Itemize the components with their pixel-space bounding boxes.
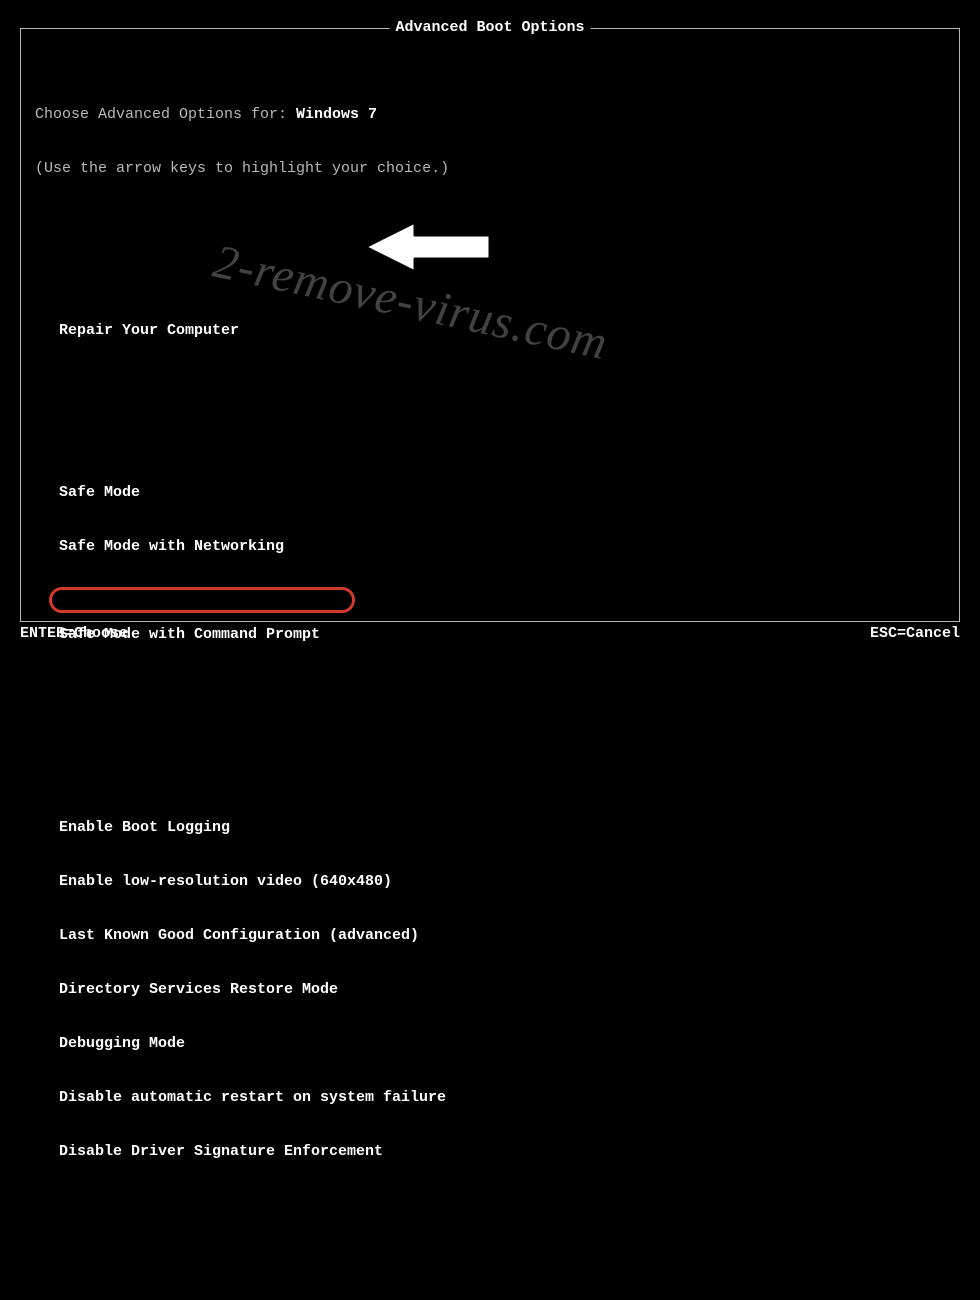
boot-options-frame: Advanced Boot Options Choose Advanced Op… — [20, 28, 960, 622]
choose-advanced-line: Choose Advanced Options for: Windows 7 — [35, 105, 945, 125]
footer-bar: ENTER=Choose ESC=Cancel — [20, 625, 960, 642]
footer-enter-hint: ENTER=Choose — [20, 625, 128, 642]
instruction-line: (Use the arrow keys to highlight your ch… — [35, 159, 945, 179]
menu-item-safe-mode-networking[interactable]: Safe Mode with Networking — [35, 537, 945, 557]
menu-item-safe-mode[interactable]: Safe Mode — [35, 483, 945, 503]
menu-item-enable-boot-logging[interactable]: Enable Boot Logging — [35, 818, 945, 838]
selection-highlight — [49, 587, 355, 613]
content-area: Choose Advanced Options for: Windows 7 (… — [21, 29, 959, 1300]
menu-item-low-resolution-video[interactable]: Enable low-resolution video (640x480) — [35, 872, 945, 892]
menu-item-last-known-good-config[interactable]: Last Known Good Configuration (advanced) — [35, 926, 945, 946]
os-name: Windows 7 — [296, 106, 377, 123]
page-title: Advanced Boot Options — [389, 19, 590, 36]
menu-item-disable-driver-signature[interactable]: Disable Driver Signature Enforcement — [35, 1142, 945, 1162]
menu-item-disable-auto-restart[interactable]: Disable automatic restart on system fail… — [35, 1088, 945, 1108]
footer-esc-hint: ESC=Cancel — [870, 625, 960, 642]
menu-item-directory-services-restore[interactable]: Directory Services Restore Mode — [35, 980, 945, 1000]
menu-item-repair-computer[interactable]: Repair Your Computer — [35, 321, 945, 341]
choose-prefix: Choose Advanced Options for: — [35, 106, 296, 123]
menu-item-debugging-mode[interactable]: Debugging Mode — [35, 1034, 945, 1054]
